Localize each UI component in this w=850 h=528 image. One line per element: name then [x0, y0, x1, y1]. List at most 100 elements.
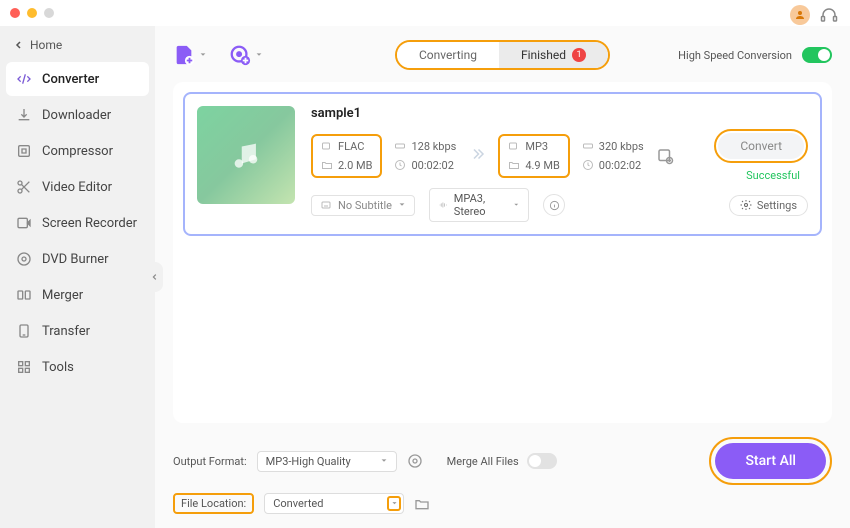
- content-area: Converting Finished 1 High Speed Convers…: [155, 26, 850, 528]
- tab-finished[interactable]: Finished 1: [499, 42, 608, 68]
- disc-icon: [16, 251, 32, 267]
- output-format-label: Output Format:: [173, 455, 247, 468]
- nav-label: Downloader: [42, 108, 111, 123]
- window-titlebar: [0, 0, 850, 26]
- add-file-button[interactable]: [173, 44, 207, 66]
- bitrate-icon: [394, 140, 406, 152]
- grid-icon: [16, 359, 32, 375]
- gear-icon: [740, 199, 752, 211]
- dst-duration: 00:02:02: [599, 159, 641, 172]
- chevron-down-icon: [199, 51, 207, 59]
- add-disc-button[interactable]: [229, 44, 263, 66]
- source-meta-col: 128 kbps 00:02:02: [394, 140, 456, 172]
- download-icon: [16, 107, 32, 123]
- sidebar-item-screen-recorder[interactable]: Screen Recorder: [6, 206, 149, 240]
- chevron-left-icon: [151, 273, 159, 281]
- chevron-down-icon: [380, 457, 388, 465]
- settings-label: Settings: [757, 199, 797, 212]
- clock-icon: [582, 159, 594, 171]
- nav-label: Video Editor: [42, 180, 112, 195]
- edit-metadata-icon[interactable]: [656, 147, 674, 165]
- sidebar: Home Converter Downloader Compressor Vid…: [0, 26, 155, 528]
- status-text: Successful: [746, 169, 800, 182]
- merge-label: Merge All Files: [447, 455, 519, 468]
- chevron-down-icon: [513, 201, 520, 209]
- src-bitrate: 128 kbps: [411, 140, 456, 153]
- file-location-select[interactable]: Converted: [264, 493, 404, 514]
- profile-value: MPA3, Stereo: [454, 192, 508, 218]
- nav-label: Tools: [42, 360, 74, 375]
- format-settings-icon[interactable]: [407, 453, 423, 469]
- close-window-button[interactable]: [10, 8, 20, 18]
- video-icon: [508, 140, 520, 152]
- file-location-row: File Location: Converted: [173, 493, 832, 514]
- sidebar-item-dvd-burner[interactable]: DVD Burner: [6, 242, 149, 276]
- audio-profile-select[interactable]: MPA3, Stereo: [429, 188, 529, 222]
- file-location-label: File Location:: [181, 497, 246, 510]
- settings-button[interactable]: Settings: [729, 195, 808, 216]
- file-card[interactable]: sample1 FLAC 2.0 MB 128 kbps 00:02:02: [183, 92, 822, 236]
- info-button[interactable]: [543, 194, 565, 216]
- arrow-separator: [468, 145, 486, 167]
- home-label: Home: [30, 38, 62, 52]
- file-name: sample1: [311, 106, 808, 121]
- hsc-label: High Speed Conversion: [678, 49, 792, 62]
- src-size: 2.0 MB: [338, 159, 372, 172]
- nav-label: Converter: [42, 72, 99, 87]
- sidebar-item-converter[interactable]: Converter: [6, 62, 149, 96]
- file-list: sample1 FLAC 2.0 MB 128 kbps 00:02:02: [173, 82, 832, 423]
- file-add-icon: [173, 44, 195, 66]
- nav-label: Screen Recorder: [42, 216, 137, 231]
- sidebar-item-downloader[interactable]: Downloader: [6, 98, 149, 132]
- support-icon[interactable]: [820, 6, 838, 24]
- sidebar-item-video-editor[interactable]: Video Editor: [6, 170, 149, 204]
- sidebar-item-transfer[interactable]: Transfer: [6, 314, 149, 348]
- arrow-right-icon: [468, 145, 486, 163]
- start-all-button[interactable]: Start All: [715, 443, 826, 479]
- nav-label: Transfer: [42, 324, 90, 339]
- subtitle-icon: [320, 199, 332, 211]
- folder-icon: [321, 159, 333, 171]
- tab-label: Converting: [419, 48, 477, 62]
- hsc-toggle[interactable]: [802, 47, 832, 63]
- subtitle-select[interactable]: No Subtitle: [311, 195, 415, 216]
- chevron-left-icon: [14, 40, 24, 50]
- output-format-select[interactable]: MP3-High Quality: [257, 451, 397, 472]
- location-caret-highlight: [387, 496, 401, 511]
- merge-toggle[interactable]: [527, 453, 557, 469]
- file-location-label-highlight: File Location:: [173, 493, 254, 514]
- clock-icon: [394, 159, 406, 171]
- dest-meta-col: 320 kbps 00:02:02: [582, 140, 644, 172]
- finished-count-badge: 1: [572, 48, 586, 62]
- audio-icon: [438, 199, 448, 211]
- sidebar-item-merger[interactable]: Merger: [6, 278, 149, 312]
- dst-bitrate: 320 kbps: [599, 140, 644, 153]
- minimize-window-button[interactable]: [27, 8, 37, 18]
- home-back-button[interactable]: Home: [6, 34, 149, 56]
- nav-label: Compressor: [42, 144, 113, 159]
- maximize-window-button[interactable]: [44, 8, 54, 18]
- tab-label: Finished: [521, 48, 566, 62]
- nav-label: Merger: [42, 288, 83, 303]
- start-button-highlight: Start All: [709, 437, 832, 485]
- sidebar-collapse-button[interactable]: [147, 262, 163, 292]
- dst-format: MP3: [525, 140, 548, 153]
- src-format: FLAC: [338, 140, 364, 153]
- info-icon: [549, 200, 560, 211]
- tab-converting[interactable]: Converting: [397, 42, 499, 68]
- convert-button[interactable]: Convert: [718, 133, 804, 159]
- merger-icon: [16, 287, 32, 303]
- dst-size: 4.9 MB: [525, 159, 559, 172]
- sidebar-item-tools[interactable]: Tools: [6, 350, 149, 384]
- source-format-box: FLAC 2.0 MB: [311, 134, 382, 178]
- output-format-value: MP3-High Quality: [266, 455, 351, 468]
- file-meta-strip: FLAC 2.0 MB 128 kbps 00:02:02 MP3 4.9: [311, 129, 808, 182]
- file-location-value: Converted: [273, 497, 323, 510]
- user-avatar[interactable]: [790, 5, 810, 25]
- video-icon: [321, 140, 333, 152]
- disc-add-icon: [229, 44, 251, 66]
- open-folder-icon[interactable]: [414, 496, 430, 512]
- transfer-icon: [16, 323, 32, 339]
- folder-icon: [508, 159, 520, 171]
- sidebar-item-compressor[interactable]: Compressor: [6, 134, 149, 168]
